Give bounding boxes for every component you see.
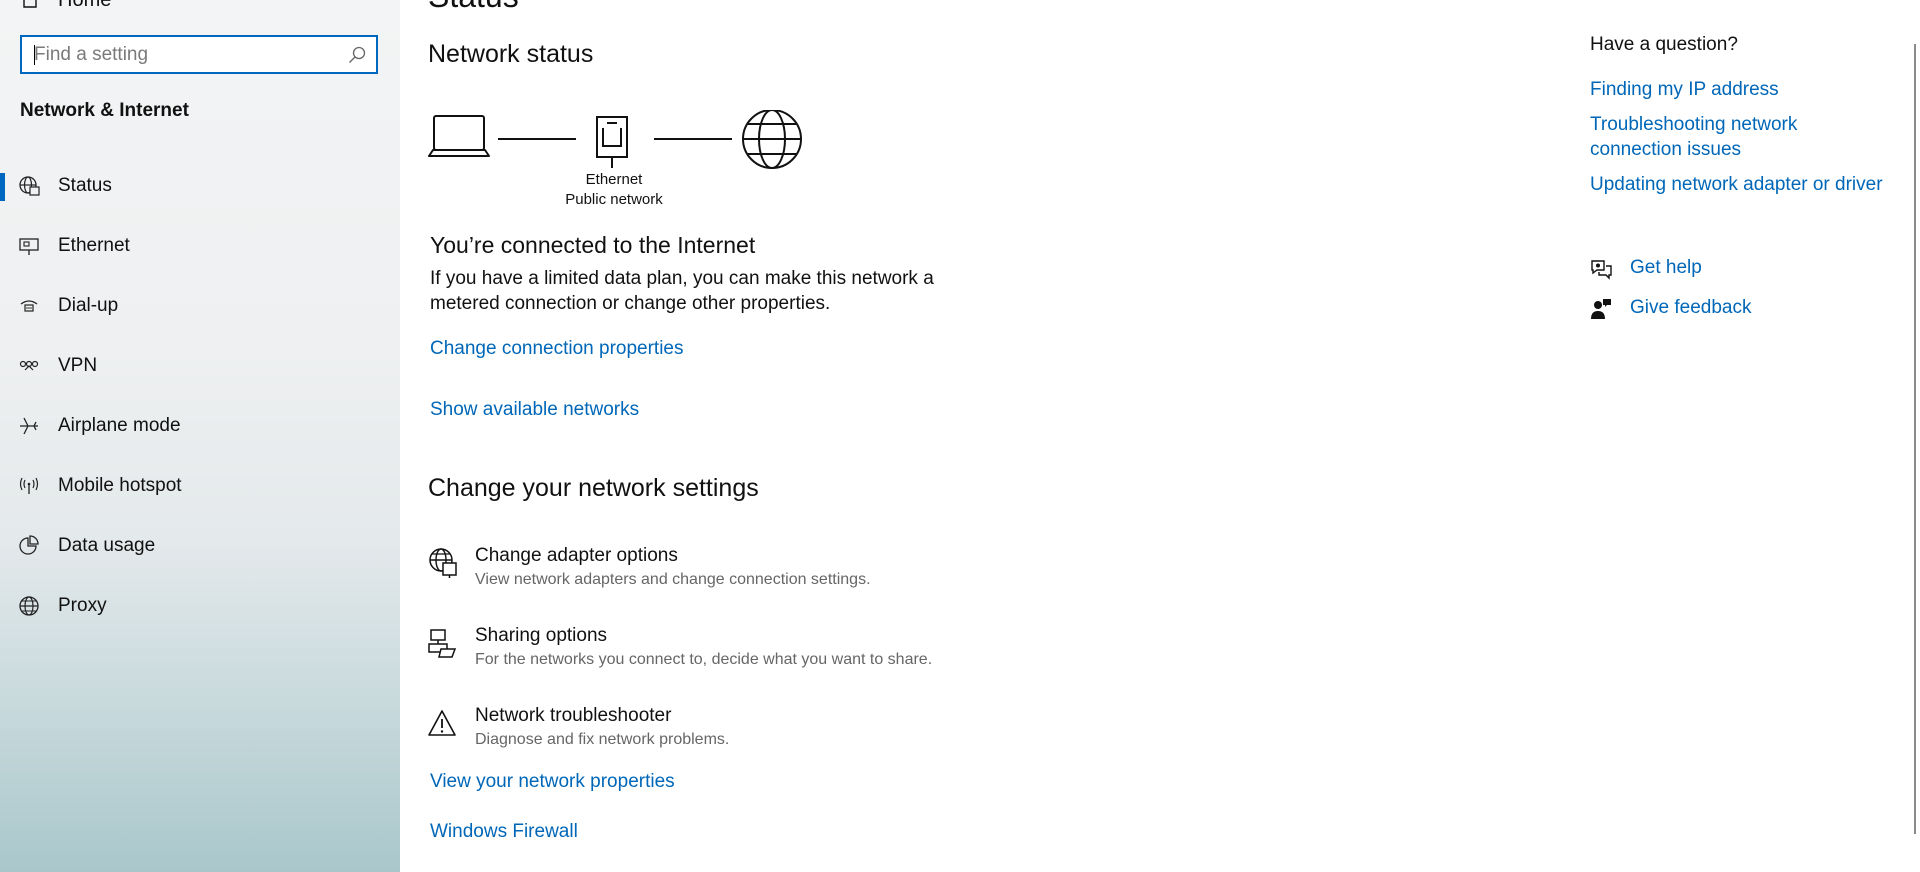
- ethernet-port-icon: [596, 116, 628, 168]
- option-title: Network troubleshooter: [475, 705, 672, 726]
- help-title: Have a question?: [1590, 34, 1738, 55]
- windows-firewall-link[interactable]: Windows Firewall: [430, 821, 578, 843]
- option-title: Change adapter options: [475, 545, 678, 566]
- search-input[interactable]: [34, 43, 334, 67]
- sidebar-item-label: Data usage: [58, 535, 156, 556]
- sidebar-item-ethernet[interactable]: Ethernet: [0, 223, 400, 269]
- option-title: Sharing options: [475, 625, 608, 646]
- sidebar-item-proxy[interactable]: Proxy: [0, 583, 400, 629]
- get-help-label: Get help: [1630, 257, 1702, 278]
- help-link-troubleshooting[interactable]: Troubleshooting network connection issue…: [1590, 112, 1830, 162]
- sidebar-item-label: Proxy: [58, 595, 107, 616]
- sidebar-item-status[interactable]: Status: [0, 163, 400, 209]
- sidebar-item-home[interactable]: Home: [58, 0, 111, 12]
- change-adapter-options-item[interactable]: Change adapter options View network adap…: [428, 545, 1028, 605]
- give-feedback-action[interactable]: Give feedback: [1590, 295, 1870, 323]
- get-help-action[interactable]: Get help: [1590, 255, 1870, 283]
- status-globe-icon: [19, 176, 40, 196]
- sidebar-item-label: Status: [58, 175, 112, 196]
- change-connection-properties-link[interactable]: Change connection properties: [430, 338, 684, 360]
- selection-indicator: [0, 173, 5, 201]
- internet-globe-icon: [742, 110, 802, 169]
- sidebar-item-dialup[interactable]: Dial-up: [0, 283, 400, 329]
- network-type-label: Public network: [565, 191, 663, 208]
- option-description: Diagnose and fix network problems.: [475, 731, 730, 748]
- sidebar-item-airplane-mode[interactable]: Airplane mode: [0, 403, 400, 449]
- sidebar: Home Network & Internet Status Ethernet: [0, 0, 400, 872]
- view-network-properties-link[interactable]: View your network properties: [430, 771, 675, 793]
- sharing-icon: [428, 629, 457, 658]
- proxy-globe-icon: [19, 596, 39, 616]
- give-feedback-label: Give feedback: [1630, 297, 1752, 318]
- help-link-finding-ip[interactable]: Finding my IP address: [1590, 77, 1890, 102]
- sidebar-item-label: Ethernet: [58, 235, 130, 256]
- hotspot-icon: [19, 477, 39, 494]
- sharing-options-item[interactable]: Sharing options For the networks you con…: [428, 625, 1028, 685]
- sidebar-item-label: Mobile hotspot: [58, 475, 182, 496]
- search-box[interactable]: [20, 35, 378, 74]
- connection-status-description: If you have a limited data plan, you can…: [430, 268, 934, 314]
- vpn-icon: [19, 360, 39, 371]
- adapter-globe-icon: [429, 548, 457, 578]
- show-available-networks-link[interactable]: Show available networks: [430, 399, 639, 421]
- ethernet-icon: [19, 238, 39, 255]
- feedback-icon: [1591, 299, 1611, 319]
- text-caret: [34, 45, 35, 65]
- sidebar-item-label: Dial-up: [58, 295, 119, 316]
- change-network-settings-heading: Change your network settings: [428, 474, 759, 502]
- get-help-icon: [1591, 260, 1612, 280]
- network-status-heading: Network status: [428, 40, 594, 68]
- home-icon: [23, 0, 37, 8]
- help-link-updating-adapter[interactable]: Updating network adapter or driver: [1590, 172, 1890, 197]
- network-diagram: [428, 110, 802, 169]
- sidebar-item-label: Airplane mode: [58, 415, 181, 436]
- sidebar-item-data-usage[interactable]: Data usage: [0, 523, 400, 569]
- network-troubleshooter-item[interactable]: Network troubleshooter Diagnose and fix …: [428, 705, 1028, 765]
- search-icon[interactable]: [348, 46, 366, 64]
- sidebar-section-title: Network & Internet: [20, 100, 189, 121]
- option-description: View network adapters and change connect…: [475, 571, 871, 588]
- adapter-name-label: Ethernet: [585, 171, 643, 188]
- sidebar-item-vpn[interactable]: VPN: [0, 343, 400, 389]
- sidebar-item-mobile-hotspot[interactable]: Mobile hotspot: [0, 463, 400, 509]
- laptop-icon: [428, 115, 490, 157]
- sidebar-item-label: VPN: [58, 355, 98, 376]
- dialup-icon: [20, 300, 38, 312]
- warning-icon: [428, 710, 456, 736]
- connection-status-title: You’re connected to the Internet: [430, 232, 756, 258]
- scrollbar[interactable]: [1914, 44, 1916, 834]
- option-description: For the networks you connect to, decide …: [475, 651, 933, 668]
- page-title: Status: [428, 0, 519, 15]
- data-usage-icon: [19, 535, 39, 555]
- airplane-icon: [20, 417, 38, 435]
